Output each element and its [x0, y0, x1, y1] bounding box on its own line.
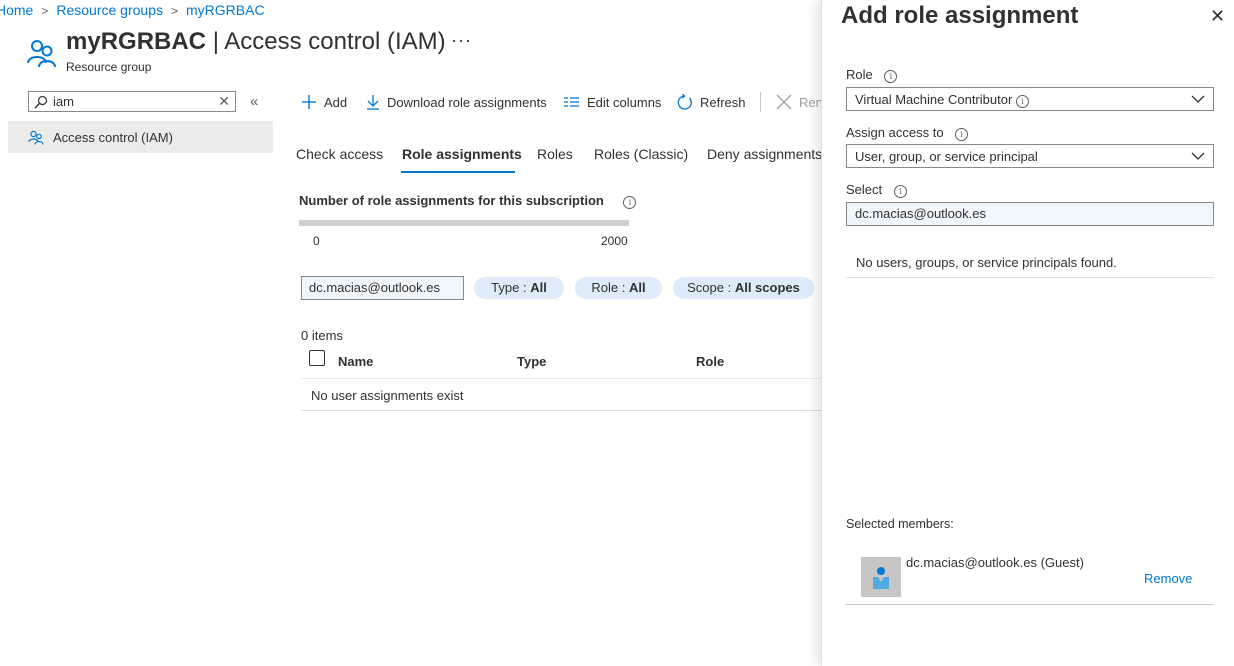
assignment-search-input[interactable] — [302, 277, 459, 295]
column-header-name[interactable]: Name — [338, 354, 373, 369]
progress-min-label: 0 — [313, 234, 320, 248]
count-title-text: Number of role assignments for this subs… — [299, 193, 604, 208]
info-icon[interactable]: i — [955, 128, 969, 141]
info-icon[interactable]: i — [893, 185, 907, 198]
edit-columns-button[interactable]: Edit columns — [563, 92, 661, 112]
clear-search-icon[interactable]: ✕ — [218, 93, 230, 110]
breadcrumb-separator-icon: > — [171, 4, 179, 18]
table-bottom-divider — [301, 410, 821, 411]
page-title: myRGRBAC | Access control (IAM) — [66, 28, 446, 56]
role-assignment-count-title: Number of role assignments for this subs… — [299, 193, 637, 209]
close-icon[interactable]: ✕ — [1210, 6, 1225, 27]
add-label: Add — [324, 94, 348, 110]
breadcrumb-myrgrbac[interactable]: myRGRBAC — [186, 2, 265, 18]
refresh-label: Refresh — [700, 94, 746, 110]
pill-value: All — [628, 280, 646, 295]
assignment-search-box[interactable] — [301, 276, 464, 300]
select-label: Select i — [846, 182, 907, 198]
more-options-button[interactable]: ··· — [451, 30, 472, 51]
role-filter-pill[interactable]: Role : All — [575, 277, 662, 299]
breadcrumb-home[interactable]: Home — [0, 2, 33, 18]
active-tab-indicator — [401, 171, 515, 173]
assign-access-dropdown[interactable]: User, group, or service principal — [846, 144, 1214, 168]
tab-role-assignments[interactable]: Role assignments — [402, 146, 522, 162]
column-header-type[interactable]: Type — [517, 354, 546, 369]
users-icon — [27, 40, 56, 68]
tab-deny-assignments[interactable]: Deny assignments — [707, 146, 822, 162]
chevron-down-icon — [1191, 95, 1205, 103]
items-count: 0 items — [301, 328, 343, 343]
refresh-icon — [676, 93, 693, 111]
users-icon — [28, 130, 44, 145]
tab-roles[interactable]: Roles — [537, 146, 573, 162]
assign-access-value: User, group, or service principal — [855, 149, 1038, 164]
info-icon[interactable]: i — [1015, 95, 1029, 108]
role-label-text: Role — [846, 67, 873, 82]
collapse-sidebar-icon[interactable]: « — [250, 93, 258, 110]
select-principal-box[interactable] — [846, 202, 1214, 226]
plus-icon — [301, 94, 317, 110]
remove-label: Ren — [799, 94, 823, 110]
download-label: Download role assignments — [387, 94, 547, 110]
sidebar-search-input[interactable] — [53, 93, 213, 110]
section-title: | Access control (IAM) — [212, 28, 446, 55]
assign-access-label: Assign access to i — [846, 125, 969, 141]
download-role-assignments-button[interactable]: Download role assignments — [366, 92, 547, 112]
pill-key: Type : — [491, 280, 531, 295]
tab-roles-classic[interactable]: Roles (Classic) — [594, 146, 688, 162]
role-dropdown-value: Virtual Machine Contributor i — [855, 92, 1029, 108]
search-icon — [34, 95, 48, 109]
remove-member-link[interactable]: Remove — [1144, 571, 1192, 586]
select-label-text: Select — [846, 182, 883, 197]
edit-columns-label: Edit columns — [587, 94, 662, 110]
selected-members-label: Selected members: — [846, 517, 954, 531]
empty-table-message: No user assignments exist — [311, 388, 464, 403]
chevron-down-icon — [1191, 152, 1205, 160]
pill-key: Role : — [591, 280, 629, 295]
remove-button[interactable]: Ren — [776, 92, 823, 112]
download-icon — [366, 94, 380, 110]
select-principal-input[interactable] — [847, 203, 1205, 221]
page-subtitle: Resource group — [66, 60, 152, 74]
role-dropdown[interactable]: Virtual Machine Contributor i — [846, 87, 1214, 111]
sidebar-item-label: Access control (IAM) — [53, 130, 173, 145]
info-icon[interactable]: i — [623, 196, 637, 209]
assign-access-label-text: Assign access to — [846, 125, 944, 140]
assignment-progress-track — [299, 220, 629, 226]
progress-max-label: 2000 — [601, 234, 628, 248]
breadcrumb-separator-icon: > — [41, 4, 49, 18]
user-icon — [873, 567, 889, 589]
panel-title: Add role assignment — [841, 2, 1079, 29]
header-divider — [301, 378, 821, 379]
close-icon — [776, 94, 792, 110]
avatar — [861, 557, 901, 597]
tab-check-access[interactable]: Check access — [296, 146, 383, 162]
pill-value: All scopes — [734, 280, 800, 295]
add-button[interactable]: Add — [301, 92, 347, 112]
members-divider — [846, 604, 1214, 605]
pill-value: All — [530, 280, 547, 295]
column-header-role[interactable]: Role — [696, 354, 724, 369]
member-name: dc.macias@outlook.es (Guest) — [906, 555, 1084, 570]
breadcrumb: Home > Resource groups > myRGRBAC — [0, 2, 265, 18]
info-icon[interactable]: i — [884, 70, 898, 83]
role-value-text: Virtual Machine Contributor — [855, 92, 1013, 107]
select-all-checkbox[interactable] — [309, 350, 325, 366]
refresh-button[interactable]: Refresh — [676, 92, 746, 112]
no-results-message: No users, groups, or service principals … — [856, 255, 1117, 270]
columns-icon — [563, 95, 580, 109]
role-label: Role i — [846, 67, 898, 83]
sidebar-item-access-control[interactable]: Access control (IAM) — [8, 121, 273, 153]
breadcrumb-resource-groups[interactable]: Resource groups — [56, 2, 163, 18]
scope-filter-pill[interactable]: Scope : All scopes — [673, 277, 814, 299]
pill-key: Scope : — [687, 280, 735, 295]
results-divider — [846, 277, 1214, 278]
toolbar-divider — [760, 92, 761, 112]
type-filter-pill[interactable]: Type : All — [474, 277, 564, 299]
resource-name: myRGRBAC — [66, 28, 207, 55]
sidebar-search[interactable]: ✕ — [28, 91, 236, 112]
